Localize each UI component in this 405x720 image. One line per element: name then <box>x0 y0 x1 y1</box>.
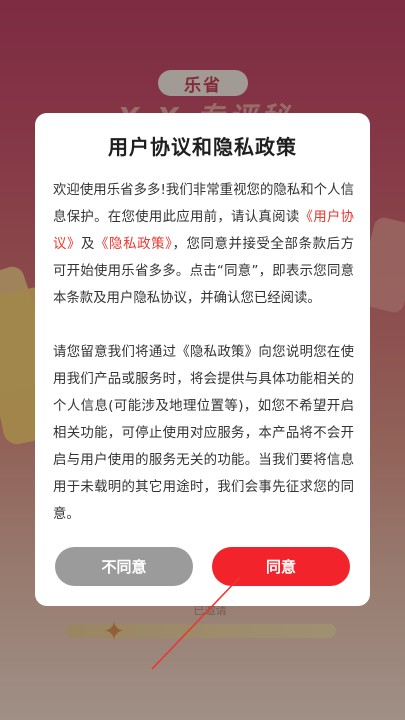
dialog-title: 用户协议和隐私政策 <box>108 135 297 159</box>
dialog-paragraph: 请您留意我们将通过《隐私政策》向您说明您在使用我们产品或服务时，将会提供与具体功… <box>53 345 354 522</box>
dialog-body[interactable]: 欢迎使用乐省多多!我们非常重视您的隐私和个人信息保护。在您使用此应用前，请认真阅… <box>53 177 354 539</box>
agree-button[interactable]: 同意 <box>212 547 350 586</box>
privacy-policy-link[interactable]: 《隐私政策》 <box>95 237 172 252</box>
paragraph-text: 及 <box>81 237 96 252</box>
privacy-dialog: 用户协议和隐私政策 欢迎使用乐省多多!我们非常重视您的隐私和个人信息保护。在您使… <box>35 113 370 606</box>
disagree-button[interactable]: 不同意 <box>55 547 193 586</box>
dialog-paragraph: 欢迎使用乐省多多!我们非常重视您的隐私和个人信息保护。在您使用此应用前，请认真阅… <box>53 177 354 312</box>
